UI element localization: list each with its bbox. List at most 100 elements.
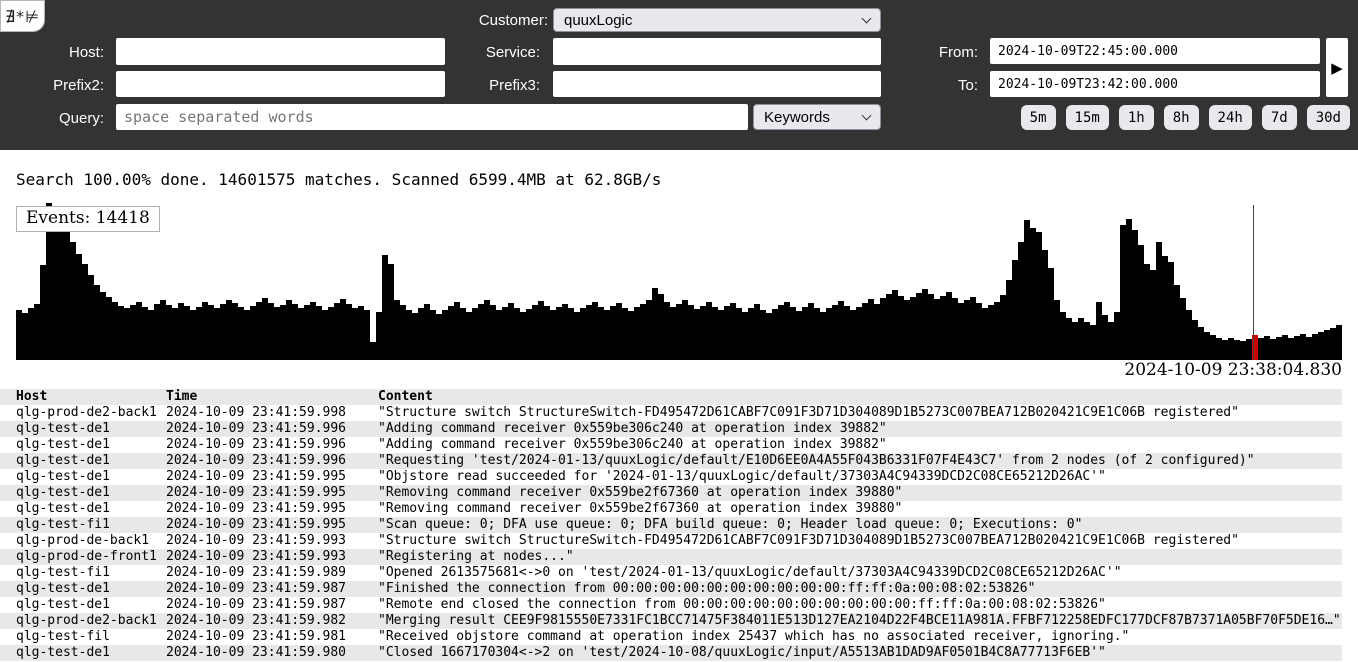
chevron-down-icon: [862, 13, 872, 23]
table-row[interactable]: qlg-prod-de-front12024-10-09 23:41:59.99…: [0, 549, 1342, 565]
prefix2-label: Prefix2:: [4, 77, 104, 94]
range-button-15m[interactable]: 15m: [1066, 105, 1109, 130]
log-table: HostTimeContent qlg-prod-de2-back12024-1…: [0, 389, 1342, 661]
table-row[interactable]: qlg-test-de12024-10-09 23:41:59.995"Objs…: [0, 469, 1342, 485]
column-header-time: Time: [166, 389, 378, 405]
search-status-text: Search 100.00% done. 14601575 matches. S…: [16, 170, 661, 189]
table-row[interactable]: qlg-prod-de-back12024-10-09 23:41:59.993…: [0, 533, 1342, 549]
host-cell: qlg-test-de1: [16, 597, 166, 613]
content-cell: "Opened 2613575681<->0 on 'test/2024-01-…: [378, 565, 1342, 581]
time-cell: 2024-10-09 23:41:59.996: [166, 421, 378, 437]
table-row[interactable]: qlg-test-fi12024-10-09 23:41:59.995"Scan…: [0, 517, 1342, 533]
app-logo-button[interactable]: ∄*⊭: [0, 0, 45, 32]
content-cell: "Removing command receiver 0x559be2f6736…: [378, 501, 1342, 517]
table-row[interactable]: qlg-test-de12024-10-09 23:41:59.995"Remo…: [0, 485, 1342, 501]
time-cell: 2024-10-09 23:41:59.995: [166, 501, 378, 517]
customer-select[interactable]: quuxLogic: [553, 8, 881, 32]
prefix3-label: Prefix3:: [440, 77, 540, 94]
events-histogram[interactable]: Events: 14418: [16, 205, 1342, 360]
host-input[interactable]: [116, 38, 445, 65]
host-cell: qlg-test-fi1: [16, 565, 166, 581]
time-cell: 2024-10-09 23:41:59.982: [166, 613, 378, 629]
host-label: Host:: [4, 44, 104, 61]
host-cell: qlg-test-de1: [16, 501, 166, 517]
range-button-7d[interactable]: 7d: [1262, 105, 1297, 130]
query-toolbar: ∄*⊭ Customer: quuxLogic Host: Service: F…: [0, 0, 1358, 150]
host-cell: qlg-prod-de-front1: [16, 549, 166, 565]
from-datetime-input[interactable]: [990, 38, 1320, 64]
table-row[interactable]: qlg-prod-de2-back12024-10-09 23:41:59.98…: [0, 613, 1342, 629]
time-range-buttons: 5m 15m 1h 8h 24h 7d 30d: [1021, 105, 1350, 130]
time-cell: 2024-10-09 23:41:59.995: [166, 469, 378, 485]
table-row[interactable]: qlg-test-de12024-10-09 23:41:59.995"Remo…: [0, 501, 1342, 517]
time-cell: 2024-10-09 23:41:59.995: [166, 517, 378, 533]
host-cell: qlg-test-de1: [16, 581, 166, 597]
table-row[interactable]: qlg-test-de12024-10-09 23:41:59.996"Addi…: [0, 421, 1342, 437]
host-cell: qlg-prod-de-back1: [16, 533, 166, 549]
chevron-down-icon: [862, 110, 872, 120]
range-button-30d[interactable]: 30d: [1307, 105, 1350, 130]
table-row[interactable]: qlg-prod-de2-back12024-10-09 23:41:59.99…: [0, 405, 1342, 421]
to-label: To:: [878, 77, 978, 94]
table-row[interactable]: qlg-test-de12024-10-09 23:41:59.987"Fini…: [0, 581, 1342, 597]
host-cell: qlg-prod-de2-back1: [16, 405, 166, 421]
histogram-bars: [16, 205, 1342, 360]
table-row[interactable]: qlg-test-de12024-10-09 23:41:59.996"Addi…: [0, 437, 1342, 453]
table-row[interactable]: qlg-test-de12024-10-09 23:41:59.980"Clos…: [0, 645, 1342, 661]
content-cell: "Closed 1667170304<->2 on 'test/2024-10-…: [378, 645, 1342, 661]
time-cell: 2024-10-09 23:41:59.995: [166, 485, 378, 501]
column-header-host: Host: [16, 389, 166, 405]
content-cell: "Merging result CEE9F9815550E7331FC1BCC7…: [378, 613, 1342, 629]
prefix3-input[interactable]: [553, 71, 881, 97]
table-row[interactable]: qlg-test-de12024-10-09 23:41:59.996"Requ…: [0, 453, 1342, 469]
content-cell: "Finished the connection from 00:00:00:0…: [378, 581, 1342, 597]
content-cell: "Structure switch StructureSwitch-FD4954…: [378, 405, 1342, 421]
content-cell: "Adding command receiver 0x559be306c240 …: [378, 437, 1342, 453]
time-cell: 2024-10-09 23:41:59.980: [166, 645, 378, 661]
table-row[interactable]: qlg-test-fi12024-10-09 23:41:59.989"Open…: [0, 565, 1342, 581]
host-cell: qlg-test-de1: [16, 645, 166, 661]
time-cell: 2024-10-09 23:41:59.993: [166, 533, 378, 549]
service-label: Service:: [440, 44, 540, 61]
table-row[interactable]: qlg-test-de12024-10-09 23:41:59.987"Remo…: [0, 597, 1342, 613]
time-cell: 2024-10-09 23:41:59.993: [166, 549, 378, 565]
host-cell: qlg-test-de1: [16, 437, 166, 453]
range-button-24h[interactable]: 24h: [1209, 105, 1252, 130]
content-cell: "Adding command receiver 0x559be306c240 …: [378, 421, 1342, 437]
time-cell: 2024-10-09 23:41:59.996: [166, 437, 378, 453]
host-cell: qlg-prod-de2-back1: [16, 613, 166, 629]
host-cell: qlg-test-fil: [16, 629, 166, 645]
from-label: From:: [878, 44, 978, 61]
to-datetime-input[interactable]: [990, 71, 1320, 97]
time-cell: 2024-10-09 23:41:59.987: [166, 581, 378, 597]
range-button-5m[interactable]: 5m: [1021, 105, 1056, 130]
content-cell: "Received objstore command at operation …: [378, 629, 1342, 645]
table-row[interactable]: qlg-test-fil2024-10-09 23:41:59.981"Rece…: [0, 629, 1342, 645]
content-cell: "Registering at nodes...": [378, 549, 1342, 565]
customer-label: Customer:: [448, 12, 548, 29]
range-button-1h[interactable]: 1h: [1119, 105, 1154, 130]
content-cell: "Requesting 'test/2024-01-13/quuxLogic/d…: [378, 453, 1342, 469]
customer-select-value: quuxLogic: [564, 12, 632, 29]
histogram-bar: [1336, 325, 1342, 360]
host-cell: qlg-test-de1: [16, 485, 166, 501]
run-search-button[interactable]: ▶: [1326, 38, 1348, 97]
cursor-timestamp: 2024-10-09 23:38:04.830: [1124, 360, 1342, 380]
range-button-8h[interactable]: 8h: [1164, 105, 1199, 130]
events-count-badge: Events: 14418: [16, 206, 160, 232]
content-cell: "Removing command receiver 0x559be2f6736…: [378, 485, 1342, 501]
time-cell: 2024-10-09 23:41:59.998: [166, 405, 378, 421]
query-input[interactable]: [116, 104, 748, 130]
service-input[interactable]: [553, 38, 881, 65]
time-cell: 2024-10-09 23:41:59.987: [166, 597, 378, 613]
content-cell: "Remote end closed the connection from 0…: [378, 597, 1342, 613]
query-mode-select[interactable]: Keywords: [753, 104, 881, 130]
host-cell: qlg-test-de1: [16, 469, 166, 485]
content-cell: "Structure switch StructureSwitch-FD4954…: [378, 533, 1342, 549]
query-label: Query:: [4, 110, 104, 127]
host-cell: qlg-test-de1: [16, 453, 166, 469]
host-cell: qlg-test-fi1: [16, 517, 166, 533]
prefix2-input[interactable]: [116, 71, 445, 97]
histogram-cursor-line: [1253, 205, 1254, 360]
content-cell: "Scan queue: 0; DFA use queue: 0; DFA bu…: [378, 517, 1342, 533]
